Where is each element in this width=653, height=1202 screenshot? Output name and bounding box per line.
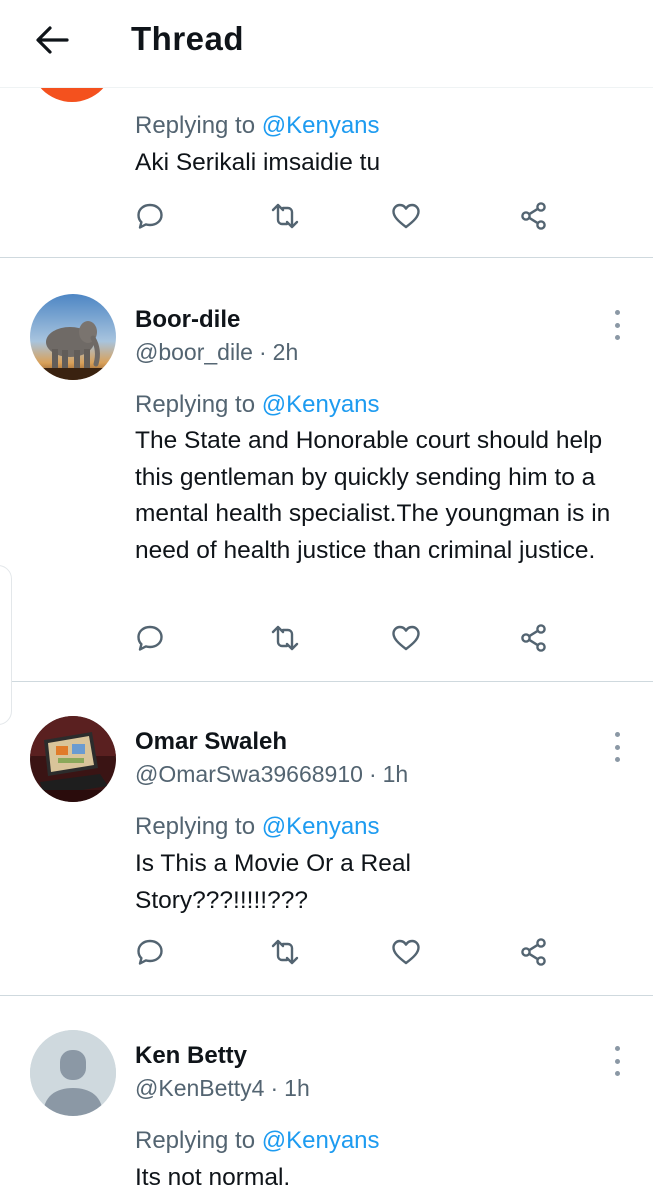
reply-handle-link[interactable]: @Kenyans [262, 813, 380, 840]
reply-button[interactable] [130, 196, 170, 236]
arrow-left-icon [36, 26, 69, 54]
replying-label: Replying to [135, 1127, 256, 1154]
dot-separator: · [258, 339, 267, 365]
reply-button[interactable] [130, 618, 170, 658]
reply-handle-link[interactable]: @Kenyans [262, 112, 380, 139]
back-button[interactable] [30, 22, 74, 58]
share-icon [521, 202, 546, 230]
tweet-time[interactable]: 1h [284, 1075, 310, 1101]
author-meta: @OmarSwa39668910 · 1h [135, 761, 408, 788]
app-header: Thread [0, 0, 653, 88]
reply-button[interactable] [130, 932, 170, 972]
author-handle[interactable]: @boor_dile [135, 339, 253, 365]
retweet-button[interactable] [265, 196, 305, 236]
share-button[interactable] [514, 196, 554, 236]
more-vertical-icon [614, 310, 620, 315]
tweet-actions [130, 618, 560, 658]
side-panel-handle[interactable] [0, 565, 12, 725]
tweet-text: Its not normal. [135, 1164, 291, 1191]
tweet[interactable]: Replying to @Kenyans Aki Serikali imsaid… [0, 88, 653, 258]
share-button[interactable] [514, 932, 554, 972]
reply-bubble-icon [137, 625, 163, 651]
retweet-button[interactable] [265, 618, 305, 658]
like-button[interactable] [386, 618, 426, 658]
retweet-button[interactable] [265, 932, 305, 972]
avatar[interactable] [30, 1030, 116, 1116]
tweet-text: Is This a Movie Or a Real Story???!!!!!?… [135, 850, 411, 914]
replying-to: Replying to @Kenyans [135, 1127, 380, 1155]
elephant-photo [30, 294, 116, 380]
replying-label: Replying to [135, 112, 256, 139]
retweet-icon [271, 625, 299, 651]
page-title: Thread [131, 20, 245, 57]
tweet-time[interactable]: 1h [383, 761, 409, 787]
laptop-photo [30, 716, 116, 802]
more-button[interactable] [604, 310, 630, 340]
tweet[interactable]: Ken Betty @KenBetty4 · 1h Replying to @Ken… [0, 996, 653, 1202]
share-icon [521, 938, 546, 966]
replying-to: Replying to @Kenyans [135, 112, 380, 140]
author-handle[interactable]: @OmarSwa39668910 [135, 761, 363, 787]
heart-icon [392, 625, 420, 651]
like-button[interactable] [386, 932, 426, 972]
dot-separator: · [368, 761, 377, 787]
like-button[interactable] [386, 196, 426, 236]
author-meta: @KenBetty4 · 1h [135, 1075, 310, 1102]
reply-bubble-icon [137, 939, 163, 965]
tweet-actions [130, 932, 560, 972]
avatar[interactable] [30, 294, 116, 380]
author-meta: @boor_dile · 2h [135, 339, 298, 366]
heart-icon [392, 939, 420, 965]
reply-bubble-icon [137, 203, 163, 229]
reply-handle-link[interactable]: @Kenyans [262, 1127, 380, 1154]
retweet-icon [271, 939, 299, 965]
tweet-text: Aki Serikali imsaidie tu [135, 149, 381, 176]
tweet[interactable]: Boor-dile @boor_dile · 2h Replying to @Ken… [0, 258, 653, 682]
replying-to: Replying to @Kenyans [135, 391, 380, 419]
replying-to: Replying to @Kenyans [135, 813, 380, 841]
reply-handle-link[interactable]: @Kenyans [262, 391, 380, 418]
retweet-icon [271, 203, 299, 229]
more-vertical-icon [614, 732, 620, 737]
author-handle[interactable]: @KenBetty4 [135, 1075, 264, 1101]
replying-label: Replying to [135, 391, 256, 418]
share-icon [521, 624, 546, 652]
author-name[interactable]: Ken Betty [135, 1042, 247, 1070]
author-name[interactable]: Boor-dile [135, 306, 240, 334]
share-button[interactable] [514, 618, 554, 658]
tweet-text: The State and Honorable court should hel… [135, 427, 611, 564]
avatar[interactable] [30, 716, 116, 802]
tweet-time[interactable]: 2h [273, 339, 299, 365]
replying-label: Replying to [135, 813, 256, 840]
dot-separator: · [270, 1075, 279, 1101]
author-name[interactable]: Omar Swaleh [135, 728, 287, 756]
more-button[interactable] [604, 1046, 630, 1076]
heart-icon [392, 203, 420, 229]
more-vertical-icon [614, 1046, 620, 1051]
default-profile [30, 1030, 116, 1116]
tweet-actions [130, 196, 560, 236]
more-button[interactable] [604, 732, 630, 762]
tweet[interactable]: Omar Swaleh @OmarSwa39668910 · 1h Replying… [0, 682, 653, 996]
